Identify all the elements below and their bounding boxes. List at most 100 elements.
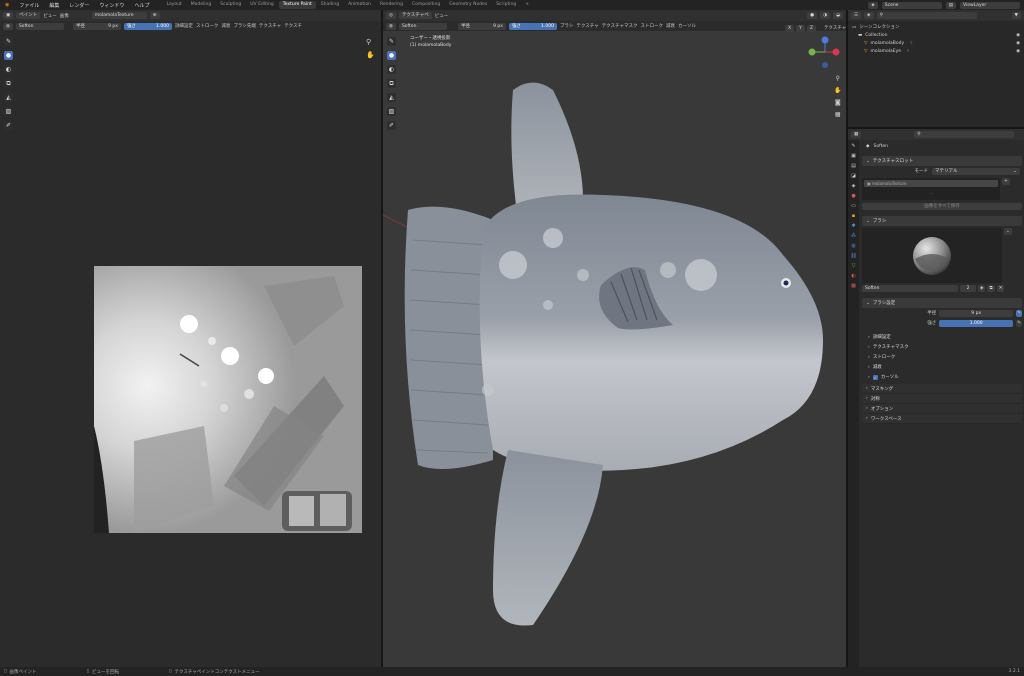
tool-draw-icon[interactable]: ✎: [4, 37, 13, 46]
properties-search-input[interactable]: ⚲: [914, 131, 1015, 138]
settings-brush-tip[interactable]: ブラシ先端: [233, 23, 255, 29]
menu-file[interactable]: ファイル: [14, 2, 44, 9]
vp-brush-icon[interactable]: ◍: [386, 22, 396, 30]
axis-y-toggle[interactable]: Y: [796, 25, 805, 32]
tool-clone-icon[interactable]: ⧉: [4, 79, 13, 88]
viewport-mode-selector[interactable]: テクスチャペ: [398, 12, 432, 19]
blender-logo-icon[interactable]: ◉: [0, 2, 14, 8]
viewport-menu-view[interactable]: ビュー: [435, 13, 449, 19]
menu-render[interactable]: レンダー: [64, 2, 94, 9]
settings-falloff[interactable]: 減衰: [221, 23, 230, 29]
menu-help[interactable]: ヘルプ: [129, 2, 154, 9]
axis-x-toggle[interactable]: X: [785, 25, 795, 32]
panel-masking[interactable]: › マスキング: [862, 384, 1022, 394]
outliner-root-row[interactable]: ▭ シーンコレクション: [852, 23, 1020, 31]
tab-rendering[interactable]: Rendering: [376, 1, 407, 9]
zoom-icon[interactable]: ⚲: [366, 38, 371, 46]
editor-type-icon[interactable]: ▣: [3, 12, 14, 19]
subpanel-cursor[interactable]: › ✓ カーソル: [862, 372, 1022, 382]
object-visibility-icon[interactable]: ◉: [1016, 49, 1020, 54]
view-layer-selector[interactable]: ViewLayer: [960, 1, 1020, 9]
settings-texture[interactable]: テクスチャ: [259, 23, 281, 29]
tab-scripting[interactable]: Scripting: [492, 1, 520, 9]
tab-layout[interactable]: Layout: [162, 1, 185, 9]
vp-strength-field[interactable]: 強さ 1.000: [508, 22, 557, 30]
tab-animation[interactable]: Animation: [344, 1, 375, 9]
vp-tool-soften-icon[interactable]: ●: [387, 51, 396, 60]
outliner-object-row[interactable]: ▽ molamolaEye ▿ ◉: [852, 47, 1020, 55]
image-selector[interactable]: molamolaTexture: [91, 12, 147, 19]
particles-tab-icon[interactable]: ⁂: [850, 232, 858, 240]
cursor-checkbox[interactable]: ✓: [872, 374, 878, 380]
strength-pressure-icon[interactable]: ✎: [1016, 319, 1022, 327]
subpanel-advanced[interactable]: › 詳細設定: [862, 332, 1022, 342]
texture-mode-dropdown[interactable]: マテリアル ⌄: [932, 167, 1020, 175]
panel-options[interactable]: › オプション: [862, 404, 1022, 414]
hand-pan-icon[interactable]: ✋: [366, 51, 375, 59]
vp-header-right-label[interactable]: テクスチャ: [824, 25, 846, 32]
viewport-shading-rendered-icon[interactable]: ◒: [833, 12, 843, 19]
outliner-filter-icon[interactable]: ▼: [1011, 12, 1021, 19]
output-tab-icon[interactable]: ▤: [850, 162, 858, 170]
vp-settings-texture[interactable]: テクスチャ: [576, 23, 598, 29]
subpanel-falloff[interactable]: › 減衰: [862, 362, 1022, 372]
tool-tab-icon[interactable]: ✎: [850, 142, 858, 150]
axis-z-toggle[interactable]: Z: [806, 25, 816, 32]
object-tab-icon[interactable]: ▪: [850, 212, 858, 220]
properties-editor-type-icon[interactable]: ▦: [851, 131, 862, 138]
outliner-object-row[interactable]: ▽ molamolaBody ▿ ◉: [852, 39, 1020, 47]
vp-settings-cursor[interactable]: カーソル: [678, 23, 696, 29]
collection-tab-icon[interactable]: ▭: [850, 202, 858, 210]
viewport-3d[interactable]: ◎ テクスチャペ ビュー ● ◑ ◒ ◍ Soften 半径 9 px 強さ 1.0…: [382, 10, 846, 667]
render-tab-icon[interactable]: ▣: [850, 152, 858, 160]
tab-texture-paint[interactable]: Texture Paint: [278, 1, 316, 9]
list-resize-handle[interactable]: ⋯: [864, 191, 998, 196]
outliner-editor-type-icon[interactable]: ☰: [851, 12, 862, 19]
viewport-editor-type-icon[interactable]: ◎: [386, 12, 396, 19]
add-workspace-button[interactable]: +: [521, 1, 533, 9]
duplicate-brush-icon[interactable]: ⧉: [987, 285, 995, 292]
menu-window[interactable]: ウィンドウ: [94, 2, 129, 9]
view-layer-icon[interactable]: ▤: [945, 1, 956, 9]
save-all-images-button[interactable]: 画像をすべて保存: [862, 203, 1022, 210]
vp-settings-texture-mask[interactable]: テクスチャマスク: [602, 23, 638, 29]
tool-smear-icon[interactable]: ◐: [4, 65, 13, 74]
view-layer-tab-icon[interactable]: ◪: [850, 172, 858, 180]
radius-field[interactable]: 半径 9 px: [72, 22, 121, 30]
texture-tab-icon[interactable]: ▩: [850, 282, 858, 290]
vp-settings-brush[interactable]: ブラシ: [560, 23, 573, 29]
menu-view[interactable]: ビュー: [43, 13, 57, 19]
brush-settings-panel-header[interactable]: ⌄ ブラシ設定: [862, 298, 1022, 308]
menu-edit[interactable]: 編集: [44, 2, 64, 9]
tool-fill-icon[interactable]: ◭: [4, 93, 13, 102]
settings-texture-2[interactable]: テクスチ: [284, 23, 302, 29]
tool-soften-icon[interactable]: ●: [4, 51, 13, 60]
physics-tab-icon[interactable]: ◍: [850, 242, 858, 250]
brush-list-toggle[interactable]: ⌄: [1004, 228, 1012, 235]
object-visibility-icon[interactable]: ◉: [1016, 41, 1020, 46]
tab-geometry-nodes[interactable]: Geometry Nodes: [445, 1, 491, 9]
tool-annotate-icon[interactable]: ✐: [4, 121, 13, 130]
brush-users-count[interactable]: 2: [960, 285, 976, 292]
menu-image[interactable]: 画像: [60, 13, 69, 19]
vp-settings-stroke[interactable]: ストローク: [641, 23, 664, 29]
material-tab-icon[interactable]: ◐: [850, 272, 858, 280]
unlink-brush-icon[interactable]: ✕: [996, 285, 1005, 292]
viewport-shading-material-icon[interactable]: ◑: [820, 12, 831, 19]
texture-slots-panel-header[interactable]: ⌄ テクスチャスロット: [862, 156, 1022, 166]
world-tab-icon[interactable]: ●: [850, 192, 858, 200]
fake-user-shield-icon[interactable]: ◈: [978, 285, 986, 292]
tool-mask-icon[interactable]: ▧: [4, 107, 13, 116]
brush-name-field[interactable]: Soften: [862, 285, 958, 292]
brush-icon[interactable]: ◍: [3, 22, 13, 30]
tab-compositing[interactable]: Compositing: [408, 1, 444, 9]
data-tab-icon[interactable]: ▽: [850, 262, 858, 270]
props-strength-field[interactable]: 1.000: [939, 319, 1014, 327]
subpanel-texture-mask[interactable]: › テクスチャマスク: [862, 342, 1022, 352]
texture-slot-item[interactable]: ▣ molamolaTexture: [864, 180, 998, 187]
collection-visibility-icon[interactable]: ◉: [1016, 33, 1020, 38]
brush-preview[interactable]: [862, 228, 1002, 283]
outliner-display-mode-icon[interactable]: ◈: [864, 12, 874, 19]
vp-settings-falloff[interactable]: 減衰: [666, 23, 675, 29]
tab-uv-editing[interactable]: UV Editing: [246, 1, 277, 9]
